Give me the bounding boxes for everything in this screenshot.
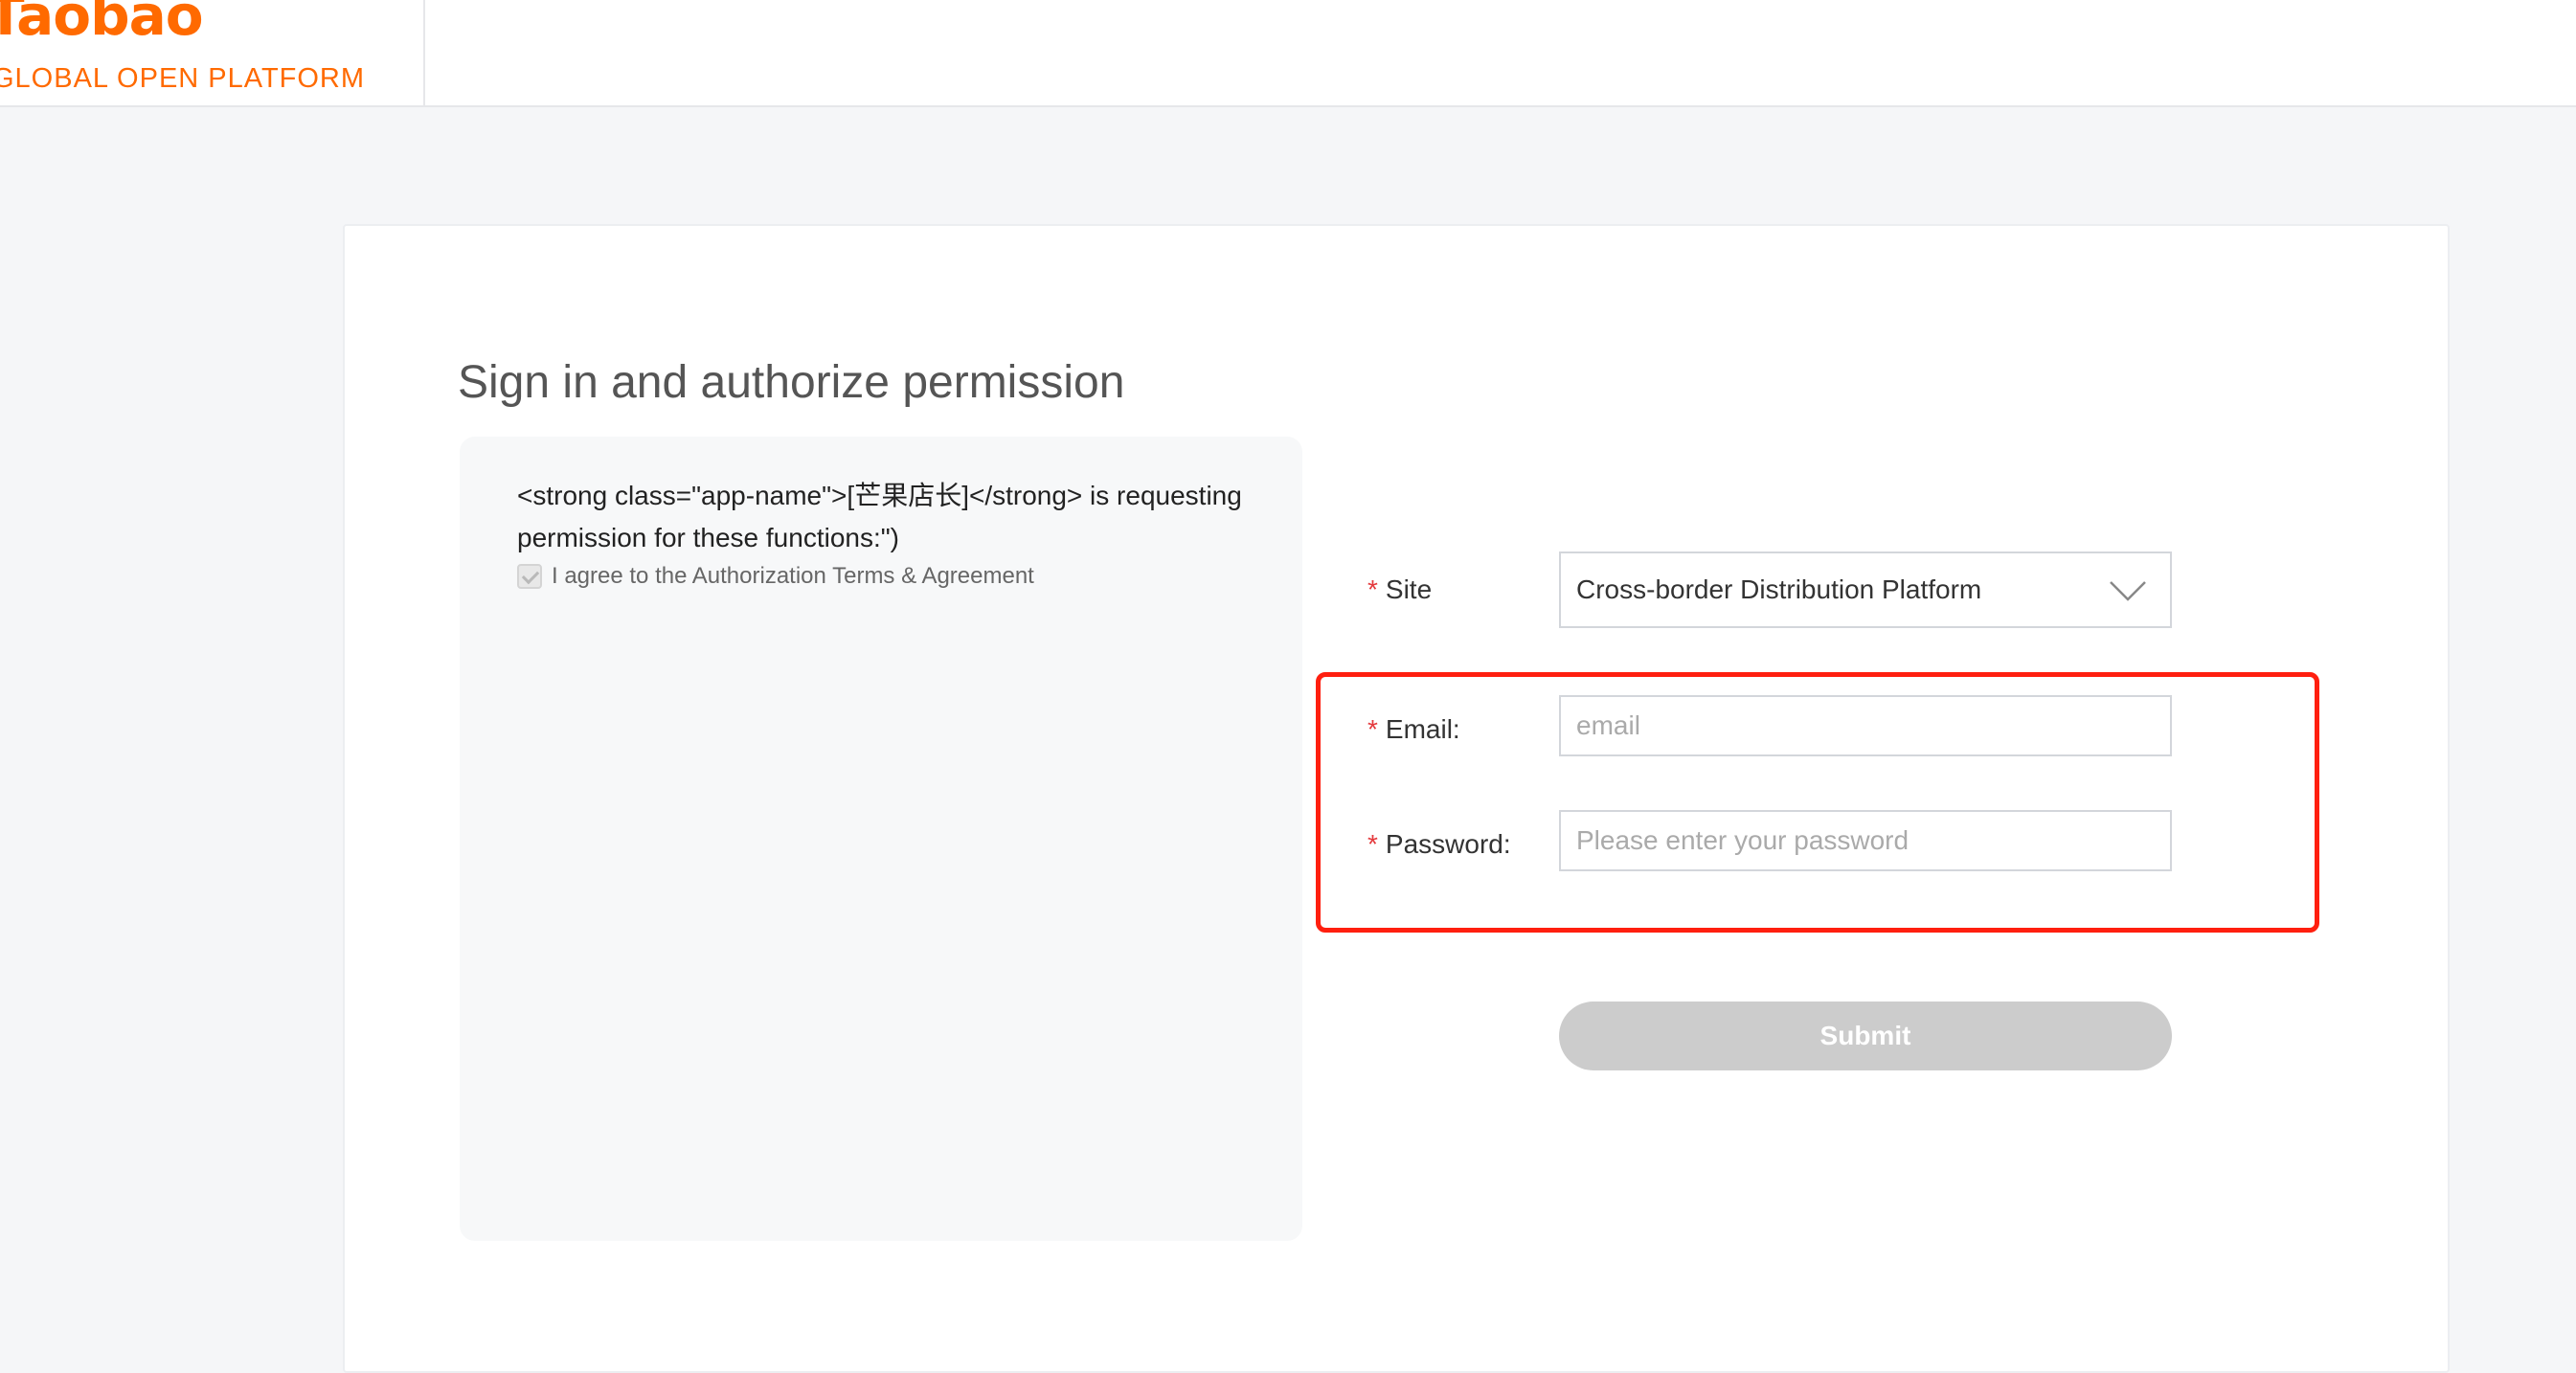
permission-description: <strong class="app-name">[芒果店长]</strong>…: [517, 481, 1242, 552]
top-header: Taobao GLOBAL OPEN PLATFORM: [0, 0, 2576, 107]
password-label: * Password:: [1367, 829, 1511, 860]
chevron-down-icon: [2110, 581, 2146, 601]
email-input[interactable]: [1559, 695, 2172, 756]
logo-title: Taobao: [0, 0, 204, 48]
site-label-text: Site: [1385, 574, 1433, 604]
required-mark: *: [1367, 714, 1378, 744]
email-label: * Email:: [1367, 714, 1460, 745]
site-label: * Site: [1367, 574, 1432, 605]
logo[interactable]: Taobao GLOBAL OPEN PLATFORM: [0, 0, 425, 107]
agree-checkbox[interactable]: [517, 564, 542, 589]
submit-button[interactable]: Submit: [1559, 1002, 2172, 1070]
agree-row: I agree to the Authorization Terms & Agr…: [517, 563, 1034, 590]
page-title: Sign in and authorize permission: [458, 357, 1125, 408]
password-input[interactable]: [1559, 810, 2172, 871]
required-mark: *: [1367, 829, 1378, 859]
required-mark: *: [1367, 574, 1378, 604]
site-select-value: Cross-border Distribution Platform: [1576, 574, 1982, 604]
site-select[interactable]: Cross-border Distribution Platform: [1559, 551, 2172, 628]
password-label-text: Password:: [1385, 829, 1511, 859]
permission-panel: <strong class="app-name">[芒果店长]</strong>…: [460, 437, 1302, 1241]
logo-subtitle: GLOBAL OPEN PLATFORM: [0, 63, 366, 94]
email-label-text: Email:: [1385, 714, 1460, 744]
agree-label: I agree to the Authorization Terms & Agr…: [552, 563, 1034, 589]
